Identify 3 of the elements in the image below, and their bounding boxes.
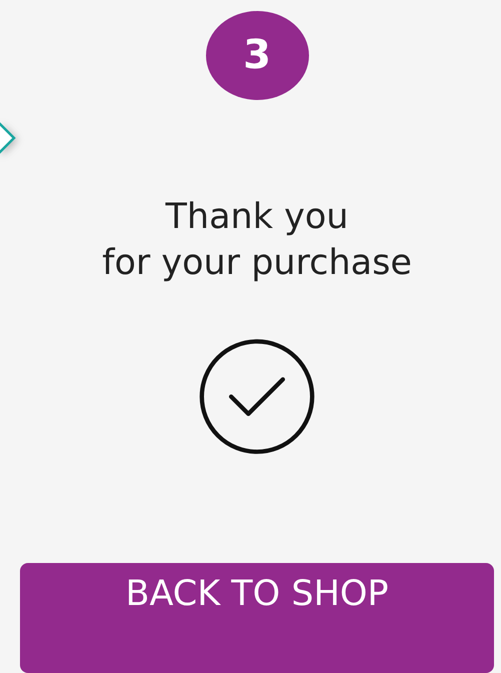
thank-you-heading: Thank you for your purchase — [102, 196, 412, 285]
back-to-shop-button[interactable]: BACK TO SHOP — [20, 563, 494, 673]
step-number: 3 — [206, 11, 308, 100]
